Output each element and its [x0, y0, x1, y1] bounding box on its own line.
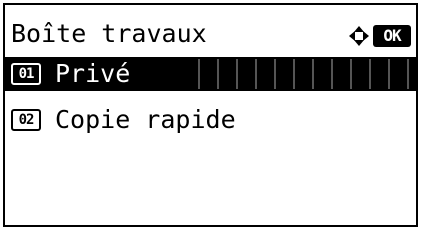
screen-title: Boîte travaux	[11, 19, 207, 48]
menu-item-number-badge: 02	[11, 109, 41, 131]
ok-button[interactable]: OK	[373, 25, 411, 47]
menu-item-label: Copie rapide	[55, 105, 236, 134]
menu-item-label: Privé	[55, 59, 131, 88]
four-way-arrow-icon[interactable]	[348, 25, 370, 47]
selection-highlight	[181, 59, 416, 89]
menu-item-number-badge: 01	[11, 63, 41, 85]
menu-item-prive[interactable]: 01 Privé	[5, 57, 416, 91]
menu-item-copie-rapide[interactable]: 02 Copie rapide	[5, 103, 416, 137]
lcd-screen: Boîte travaux OK 01 Privé 02 Copie rapid…	[3, 3, 418, 227]
